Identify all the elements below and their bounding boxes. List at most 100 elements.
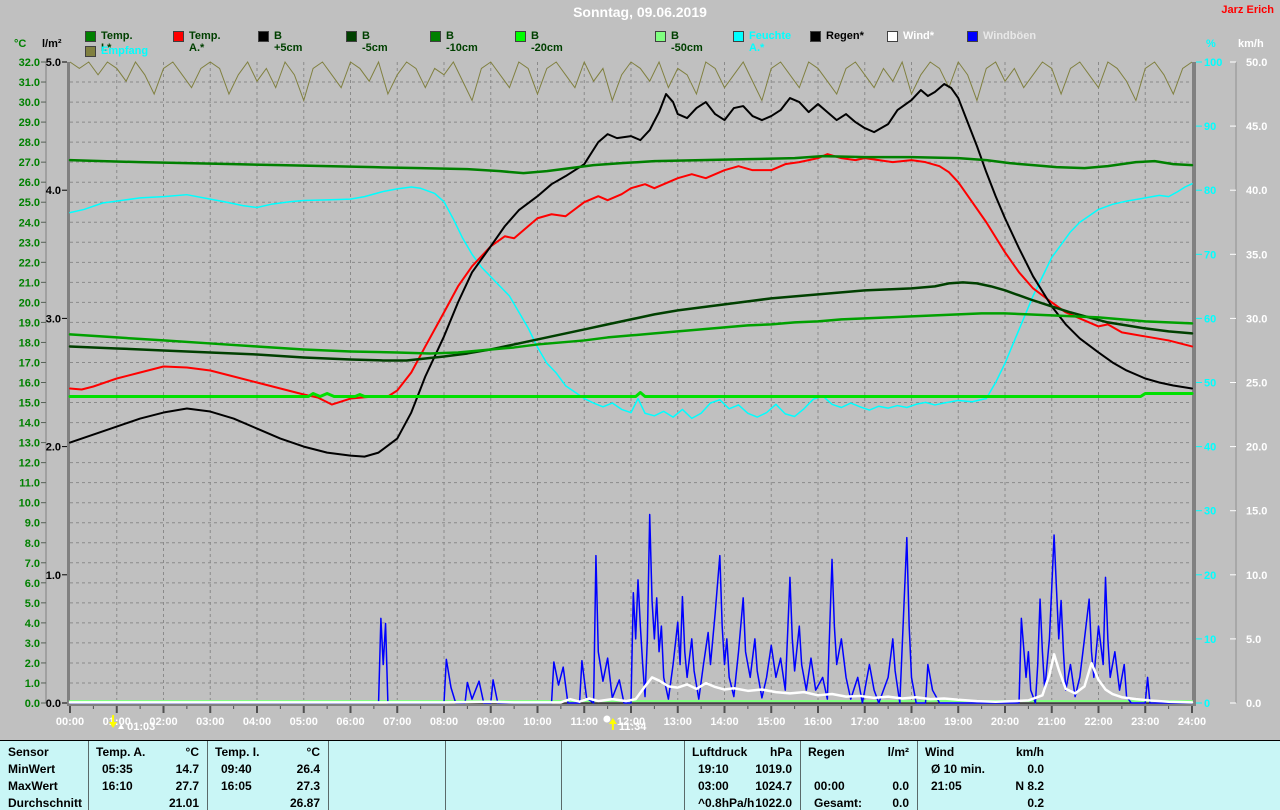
stat-col-unit: hPa xyxy=(692,744,792,760)
humidity-tick-label: 70 xyxy=(1204,249,1216,261)
celsius-tick-label: 9.0 xyxy=(25,518,40,530)
time-tick-label: 11:00 xyxy=(570,716,598,728)
plot-border-right xyxy=(1192,62,1196,706)
celsius-tick-label: 29.0 xyxy=(19,117,40,129)
celsius-tick-label: 16.0 xyxy=(19,378,40,390)
table-column-separator xyxy=(800,741,801,810)
celsius-tick-label: 31.0 xyxy=(19,77,40,89)
time-tick-label: 19:00 xyxy=(944,716,972,728)
time-marker-label: 01:03 xyxy=(127,721,155,733)
time-tick-label: 08:00 xyxy=(430,716,458,728)
stat-col-unit: °C xyxy=(96,744,199,760)
table-column-separator xyxy=(561,741,562,810)
celsius-tick-label: 22.0 xyxy=(19,257,40,269)
wind-tick-label: 40.0 xyxy=(1246,185,1267,197)
rain-tick-label: 0.0 xyxy=(46,698,61,710)
celsius-tick-label: 8.0 xyxy=(25,538,40,550)
humidity-tick-label: 60 xyxy=(1204,313,1216,325)
table-column-separator xyxy=(684,741,685,810)
celsius-tick-label: 32.0 xyxy=(19,57,40,69)
rain-tick-label: 3.0 xyxy=(46,313,61,325)
time-tick-label: 00:00 xyxy=(56,716,84,728)
marker-sun-icon xyxy=(603,716,610,723)
celsius-tick-label: 7.0 xyxy=(25,558,40,570)
stat-value: 14.7 xyxy=(96,761,199,777)
celsius-tick-label: 17.0 xyxy=(19,357,40,369)
celsius-tick-label: 23.0 xyxy=(19,237,40,249)
humidity-tick-label: 50 xyxy=(1204,378,1216,390)
humidity-tick-label: 0 xyxy=(1204,698,1210,710)
stat-row-label: MaxWert xyxy=(8,778,82,794)
time-tick-label: 23:00 xyxy=(1131,716,1159,728)
time-tick-label: 17:00 xyxy=(851,716,879,728)
stat-value: 1024.7 xyxy=(692,778,792,794)
stat-col-unit: °C xyxy=(215,744,320,760)
celsius-tick-label: 30.0 xyxy=(19,97,40,109)
celsius-tick-label: 10.0 xyxy=(19,498,40,510)
stat-value: 26.4 xyxy=(215,761,320,777)
celsius-tick-label: 25.0 xyxy=(19,197,40,209)
plot-border-left xyxy=(67,62,70,706)
celsius-tick-label: 21.0 xyxy=(19,277,40,289)
rain-tick-label: 1.0 xyxy=(46,570,61,582)
time-tick-label: 21:00 xyxy=(1038,716,1066,728)
weather-chart: 0.0 1.0 2.0 3.0 4.0 5.0 6.0 7.0 8.0 9.0 10.0 11.0 12… xyxy=(0,0,1280,740)
humidity-tick-label: 20 xyxy=(1204,570,1216,582)
celsius-tick-label: 1.0 xyxy=(25,678,40,690)
rain-tick-label: 2.0 xyxy=(46,442,61,454)
stat-value: N 8.2 xyxy=(925,778,1044,794)
table-column-separator xyxy=(917,741,918,810)
stat-value: 1019.0 xyxy=(692,761,792,777)
time-tick-label: 14:00 xyxy=(710,716,738,728)
wind-tick-label: 10.0 xyxy=(1246,570,1267,582)
wind-tick-label: 30.0 xyxy=(1246,313,1267,325)
celsius-tick-label: 3.0 xyxy=(25,638,40,650)
celsius-tick-label: 19.0 xyxy=(19,317,40,329)
time-tick-label: 03:00 xyxy=(196,716,224,728)
celsius-tick-label: 26.0 xyxy=(19,177,40,189)
stat-value: 0.0 xyxy=(925,761,1044,777)
time-tick-label: 24:00 xyxy=(1178,716,1206,728)
celsius-tick-label: 12.0 xyxy=(19,458,40,470)
wind-tick-label: 15.0 xyxy=(1246,506,1267,518)
time-tick-label: 20:00 xyxy=(991,716,1019,728)
stat-col-unit: l/m² xyxy=(808,744,909,760)
celsius-tick-label: 13.0 xyxy=(19,438,40,450)
stat-value: 21.01 xyxy=(96,795,199,810)
stat-value: 26.87 xyxy=(215,795,320,810)
wind-tick-label: 20.0 xyxy=(1246,442,1267,454)
time-tick-label: 10:00 xyxy=(523,716,551,728)
time-tick-label: 15:00 xyxy=(757,716,785,728)
time-tick-label: 22:00 xyxy=(1084,716,1112,728)
stat-value: 0.0 xyxy=(808,795,909,810)
time-tick-label: 06:00 xyxy=(336,716,364,728)
celsius-tick-label: 28.0 xyxy=(19,137,40,149)
stat-row-label: MinWert xyxy=(8,761,82,777)
time-tick-label: 09:00 xyxy=(477,716,505,728)
celsius-tick-label: 11.0 xyxy=(19,478,40,490)
time-tick-label: 07:00 xyxy=(383,716,411,728)
stat-value: 0.0 xyxy=(808,778,909,794)
celsius-tick-label: 4.0 xyxy=(25,618,40,630)
wind-tick-label: 25.0 xyxy=(1246,378,1267,390)
time-marker xyxy=(603,716,617,731)
humidity-tick-label: 30 xyxy=(1204,506,1216,518)
celsius-tick-label: 6.0 xyxy=(25,578,40,590)
celsius-tick-label: 2.0 xyxy=(25,658,40,670)
time-marker-label: 11:34 xyxy=(619,721,647,733)
humidity-tick-label: 90 xyxy=(1204,121,1216,133)
weather-station-window: Sonntag, 09.06.2019 Jarz Erich °C l/m² %… xyxy=(0,0,1280,810)
humidity-tick-label: 10 xyxy=(1204,634,1216,646)
rain-tick-label: 5.0 xyxy=(46,57,61,69)
stat-row-label: Sensor xyxy=(8,744,82,760)
time-tick-label: 05:00 xyxy=(290,716,318,728)
statistics-table: SensorMinWertMaxWertDurchschnittTemp. A.… xyxy=(0,740,1280,810)
celsius-tick-label: 27.0 xyxy=(19,157,40,169)
table-column-separator xyxy=(328,741,329,810)
celsius-tick-label: 0.0 xyxy=(25,698,40,710)
wind-tick-label: 5.0 xyxy=(1246,634,1261,646)
time-tick-label: 04:00 xyxy=(243,716,271,728)
celsius-tick-label: 14.0 xyxy=(19,418,40,430)
wind-tick-label: 50.0 xyxy=(1246,57,1267,69)
humidity-tick-label: 80 xyxy=(1204,185,1216,197)
